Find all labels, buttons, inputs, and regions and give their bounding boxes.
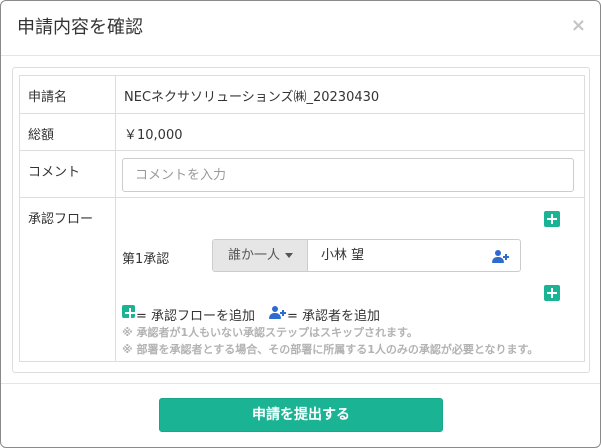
table-row: 申請名 NECネクサソリューションズ㈱_20230430 xyxy=(19,75,585,114)
approver-input-group: 誰か一人 小林 望 xyxy=(212,239,521,272)
add-approver-icon[interactable] xyxy=(492,250,510,264)
comment-label: コメント xyxy=(19,150,116,198)
modal-title: 申請内容を確認 xyxy=(17,17,143,38)
amount-label: 総額 xyxy=(19,113,116,151)
comment-input[interactable] xyxy=(122,158,574,192)
approval-flow-label: 承認フロー xyxy=(19,197,116,362)
submit-application-button[interactable]: 申請を提出する xyxy=(159,398,443,432)
approver-type-dropdown[interactable]: 誰か一人 xyxy=(213,240,308,271)
confirm-application-modal: 申請内容を確認 × 申請名 NECネクサソリューションズ㈱_20230430 総… xyxy=(0,0,601,448)
add-step-icon xyxy=(122,305,135,318)
modal-header: 申請内容を確認 × xyxy=(1,1,600,56)
form-panel: 申請名 NECネクサソリューションズ㈱_20230430 総額 ￥10,000 … xyxy=(12,67,590,373)
add-step-icon[interactable] xyxy=(544,211,560,227)
application-name-label: 申請名 xyxy=(19,75,116,114)
legend-add-flow-text: = 承認フローを追加 xyxy=(136,309,256,324)
legend-add-approver-text: = 承認者を追加 xyxy=(287,309,381,324)
close-icon[interactable]: × xyxy=(571,17,586,35)
approval-step-label: 第1承認 xyxy=(122,252,170,267)
approver-name: 小林 望 xyxy=(321,248,365,263)
add-approver-icon xyxy=(269,306,287,320)
modal-footer: 申請を提出する xyxy=(1,383,600,447)
add-step-icon[interactable] xyxy=(544,285,560,301)
skip-step-note: ※ 承認者が1人もいない承認ステップはスキップされます。 xyxy=(122,326,418,339)
amount-value: ￥10,000 xyxy=(115,113,585,151)
application-name-value: NECネクサソリューションズ㈱_20230430 xyxy=(115,75,585,114)
approver-type-dropdown-label: 誰か一人 xyxy=(228,248,281,263)
chevron-down-icon xyxy=(285,253,293,258)
department-approval-note: ※ 部署を承認者とする場合、その部署に所属する1人のみの承認が必要となります。 xyxy=(122,343,539,356)
table-row: 総額 ￥10,000 xyxy=(19,113,585,151)
